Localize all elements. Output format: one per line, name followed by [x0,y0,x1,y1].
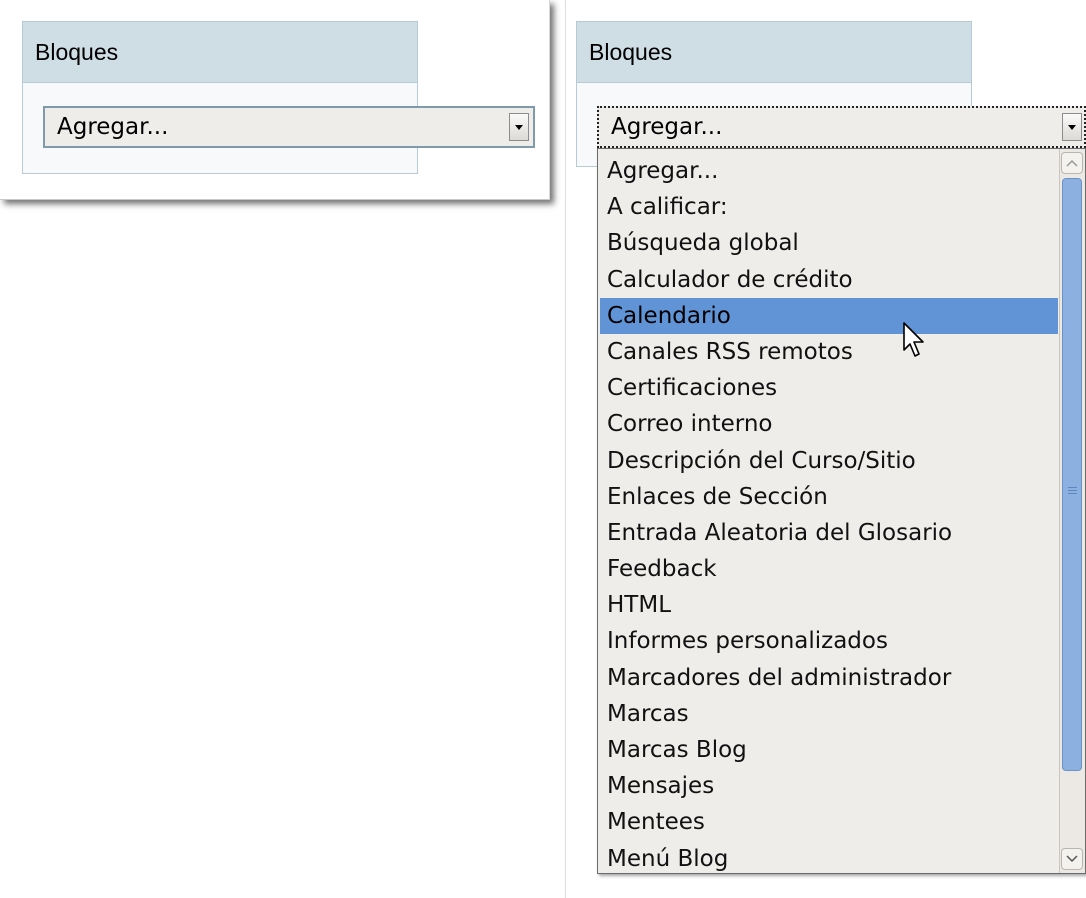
chevron-down-icon[interactable] [1062,113,1082,141]
dropdown-option[interactable]: Descripción del Curso/Sitio [598,443,1058,479]
dropdown-option[interactable]: Calculador de crédito [598,262,1058,298]
dropdown-option[interactable]: HTML [598,587,1058,623]
select-value: Agregar... [611,114,723,140]
dropdown-option[interactable]: Búsqueda global [598,225,1058,261]
blocks-panel-left: Bloques [22,21,418,174]
block-title: Bloques [23,22,417,83]
dropdown-option[interactable]: Enlaces de Sección [598,479,1058,515]
add-block-select[interactable]: Agregar... [43,106,535,148]
dropdown-option[interactable]: Mensajes [598,768,1058,804]
dropdown-option[interactable]: Feedback [598,551,1058,587]
dropdown-option[interactable]: Agregar... [598,153,1058,189]
scroll-up-icon[interactable] [1061,152,1083,174]
option-list: Agregar... A calificar: Búsqueda global … [598,153,1058,873]
dropdown-option[interactable]: Menú Blog [598,841,1058,873]
scroll-thumb[interactable] [1062,178,1082,771]
dropdown-option[interactable]: Marcadores del administrador [598,660,1058,696]
dropdown-option[interactable]: A calificar: [598,189,1058,225]
mouse-pointer-icon [903,322,927,364]
dropdown-option[interactable]: Canales RSS remotos [598,334,1058,370]
panel-separator [565,0,566,898]
scroll-down-icon[interactable] [1061,848,1083,870]
dropdown-option[interactable]: Marcas Blog [598,732,1058,768]
dropdown-option[interactable]: Entrada Aleatoria del Glosario [598,515,1058,551]
chevron-down-icon[interactable] [509,113,529,141]
dropdown-option[interactable]: Correo interno [598,406,1058,442]
select-value: Agregar... [57,114,169,140]
dropdown-scrollbar[interactable] [1059,149,1085,873]
scroll-grip-icon [1068,487,1077,496]
dropdown-option-highlighted[interactable]: Calendario [600,297,1058,334]
add-block-select-open[interactable]: Agregar... [597,106,1086,148]
dropdown-option[interactable]: Certificaciones [598,370,1058,406]
block-options-dropdown[interactable]: Agregar... A calificar: Búsqueda global … [597,148,1086,874]
dropdown-option[interactable]: Informes personalizados [598,623,1058,659]
dropdown-option[interactable]: Mentees [598,804,1058,840]
block-title: Bloques [577,22,971,83]
dropdown-option[interactable]: Marcas [598,696,1058,732]
